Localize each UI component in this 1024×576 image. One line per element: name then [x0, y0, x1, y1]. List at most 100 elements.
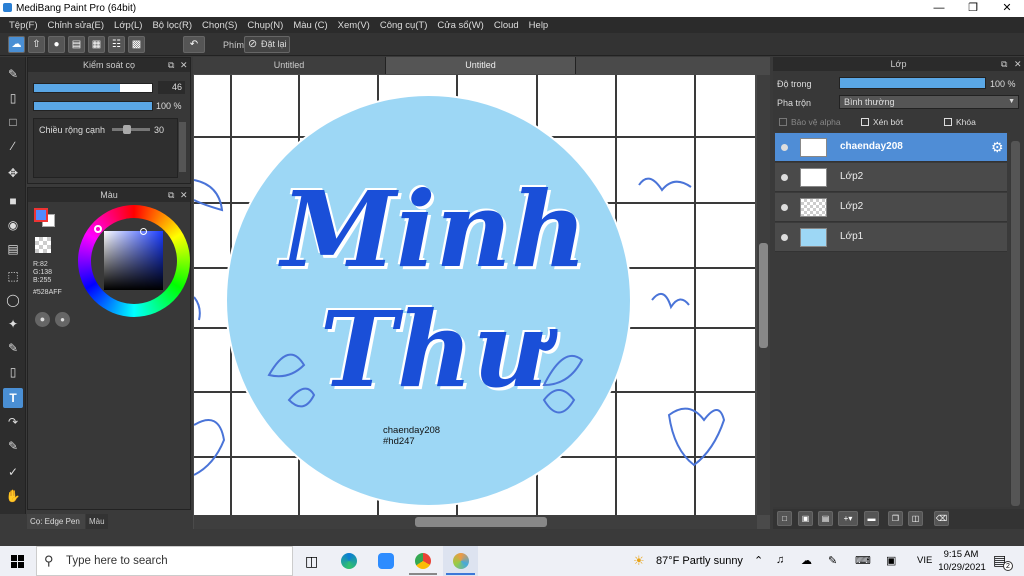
medibang-taskbar-button[interactable]	[443, 546, 478, 576]
menu-cloud[interactable]: Cloud	[494, 20, 519, 31]
edge-width-slider[interactable]	[112, 125, 150, 134]
transparent-color-swatch[interactable]	[35, 237, 51, 253]
zoom-app-icon[interactable]	[378, 553, 394, 569]
language-indicator[interactable]: VIE	[917, 555, 932, 566]
tab-brush[interactable]: Cọ: Edge Pen	[27, 514, 85, 529]
hue-handle[interactable]	[94, 225, 102, 233]
layer-item-lop2-b[interactable]: Lớp2	[775, 193, 1007, 222]
saturation-value-square[interactable]	[104, 228, 163, 290]
menu-help[interactable]: Help	[529, 20, 549, 31]
vertical-scrollbar[interactable]	[757, 75, 770, 515]
tab-document-2[interactable]: Untitled	[386, 57, 576, 74]
hand-tool-icon[interactable]: ✋	[3, 486, 23, 506]
tab-document-1[interactable]: Untitled	[193, 57, 386, 74]
visibility-icon[interactable]	[781, 234, 788, 241]
new-halftone-layer-icon[interactable]: ▣	[798, 511, 813, 526]
list-icon[interactable]: ☷	[108, 36, 125, 53]
trash-icon[interactable]: ⌫	[934, 511, 949, 526]
vertical-scroll-thumb[interactable]	[759, 243, 768, 348]
network-icon[interactable]: ▣	[886, 554, 896, 567]
blend-mode-select[interactable]: Bình thường ▼	[839, 95, 1019, 109]
weather-text[interactable]: 87°F Partly sunny	[656, 555, 743, 567]
edge-browser-icon[interactable]	[341, 553, 357, 569]
layer-item-lop1[interactable]: Lớp1	[775, 223, 1007, 252]
clock-time[interactable]: 9:15 AM	[941, 549, 981, 560]
menu-color[interactable]: Màu (C)	[293, 20, 327, 31]
add-layer-dropdown-icon[interactable]: +▾	[838, 511, 858, 526]
menu-view[interactable]: Xem(V)	[338, 20, 370, 31]
task-view-icon[interactable]: ◫	[305, 553, 321, 569]
chevron-up-icon[interactable]: ⌃	[754, 554, 763, 567]
bucket-tool-icon[interactable]: ◉	[3, 215, 23, 235]
dot-tool-icon[interactable]: ∕	[3, 136, 23, 156]
color-picker-handle[interactable]	[140, 228, 147, 235]
visibility-icon[interactable]	[781, 204, 788, 211]
volume-icon[interactable]: ♫	[776, 554, 784, 566]
lasso-tool-icon[interactable]: ◯	[3, 290, 23, 310]
chrome-icon[interactable]	[415, 553, 431, 569]
operation-tool-icon[interactable]: ↷	[3, 412, 23, 432]
fill-rect-tool-icon[interactable]: ■	[3, 191, 23, 211]
horizontal-scrollbar[interactable]	[194, 515, 757, 529]
minimize-button[interactable]: —	[922, 0, 956, 17]
chat-icon[interactable]: ▤	[68, 36, 85, 53]
menu-select[interactable]: Chọn(S)	[202, 20, 237, 31]
drawing-canvas[interactable]: Minh Thư chaenday208 #hd247	[194, 75, 755, 515]
visibility-icon[interactable]	[781, 174, 788, 181]
primary-color-swatch[interactable]	[34, 208, 48, 222]
popout-icon[interactable]: ⧉	[168, 188, 174, 202]
close-icon[interactable]: ✕	[1014, 57, 1022, 71]
brush-opacity-slider[interactable]	[33, 101, 153, 111]
menu-window[interactable]: Cửa sổ(W)	[437, 20, 483, 31]
undo-icon[interactable]: ↶	[183, 36, 205, 53]
eraser-tool-icon[interactable]: ▯	[3, 88, 23, 108]
menu-snap[interactable]: Chụp(N)	[247, 20, 283, 31]
grid-icon[interactable]: ▩	[128, 36, 145, 53]
clipping-checkbox[interactable]	[861, 118, 869, 126]
horizontal-scroll-thumb[interactable]	[415, 517, 547, 527]
palette-settings-icon[interactable]: ●	[55, 312, 70, 327]
select-pen-icon[interactable]: ✎	[3, 338, 23, 358]
brush-tool-icon[interactable]: ✎	[3, 64, 23, 84]
brush-size-value[interactable]: 46	[158, 81, 185, 94]
protect-alpha-checkbox[interactable]	[779, 118, 787, 126]
close-icon[interactable]: ✕	[180, 188, 188, 202]
menu-file[interactable]: Tệp(F)	[9, 20, 38, 31]
gradient-tool-icon[interactable]: ▤	[3, 239, 23, 259]
search-box[interactable]: ⚲ Type here to search	[36, 546, 293, 576]
keyboard-icon[interactable]: ⌨	[855, 554, 871, 567]
lock-checkbox[interactable]	[944, 118, 952, 126]
menu-filter[interactable]: Bộ lọc(R)	[152, 20, 192, 31]
popout-icon[interactable]: ⧉	[168, 58, 174, 72]
comment-icon[interactable]: ●	[48, 36, 65, 53]
document-icon[interactable]: ▦	[88, 36, 105, 53]
new-layer-icon[interactable]: □	[777, 511, 792, 526]
folder-icon[interactable]: ▬	[864, 511, 879, 526]
magic-wand-icon[interactable]: ✦	[3, 314, 23, 334]
onedrive-icon[interactable]: ☁	[801, 554, 812, 567]
menu-tools[interactable]: Công cụ(T)	[380, 20, 428, 31]
popout-icon[interactable]: ⧉	[1001, 57, 1007, 71]
select-eraser-icon[interactable]: ▯	[3, 362, 23, 382]
merge-layer-icon[interactable]: ◫	[908, 511, 923, 526]
layer-item-lop2-a[interactable]: Lớp2	[775, 163, 1007, 192]
reset-button[interactable]: ⊘ Đặt lại	[244, 36, 290, 53]
move-tool-icon[interactable]: ✥	[3, 163, 23, 183]
rectangle-tool-icon[interactable]: □	[3, 112, 23, 132]
brush-size-slider[interactable]	[33, 83, 153, 93]
windows-start-icon[interactable]	[11, 555, 24, 568]
layer-item-chaenday208[interactable]: chaenday208 ⚙	[775, 133, 1007, 162]
pen-icon[interactable]: ✎	[828, 554, 837, 567]
layer-list-scrollbar[interactable]	[1011, 141, 1020, 506]
divide-tool-icon[interactable]: ✎	[3, 436, 23, 456]
menu-edit[interactable]: Chỉnh sửa(E)	[48, 20, 105, 31]
share-icon[interactable]: ⇧	[28, 36, 45, 53]
close-button[interactable]: ✕	[990, 0, 1024, 17]
new-8bit-layer-icon[interactable]: ▤	[818, 511, 833, 526]
restore-button[interactable]: ❐	[956, 0, 990, 17]
cloud-icon[interactable]: ☁	[8, 36, 25, 53]
text-tool-icon[interactable]: T	[3, 388, 23, 408]
gear-icon[interactable]: ⚙	[991, 139, 1004, 156]
clock-date[interactable]: 10/29/2021	[937, 562, 987, 573]
close-icon[interactable]: ✕	[180, 58, 188, 72]
